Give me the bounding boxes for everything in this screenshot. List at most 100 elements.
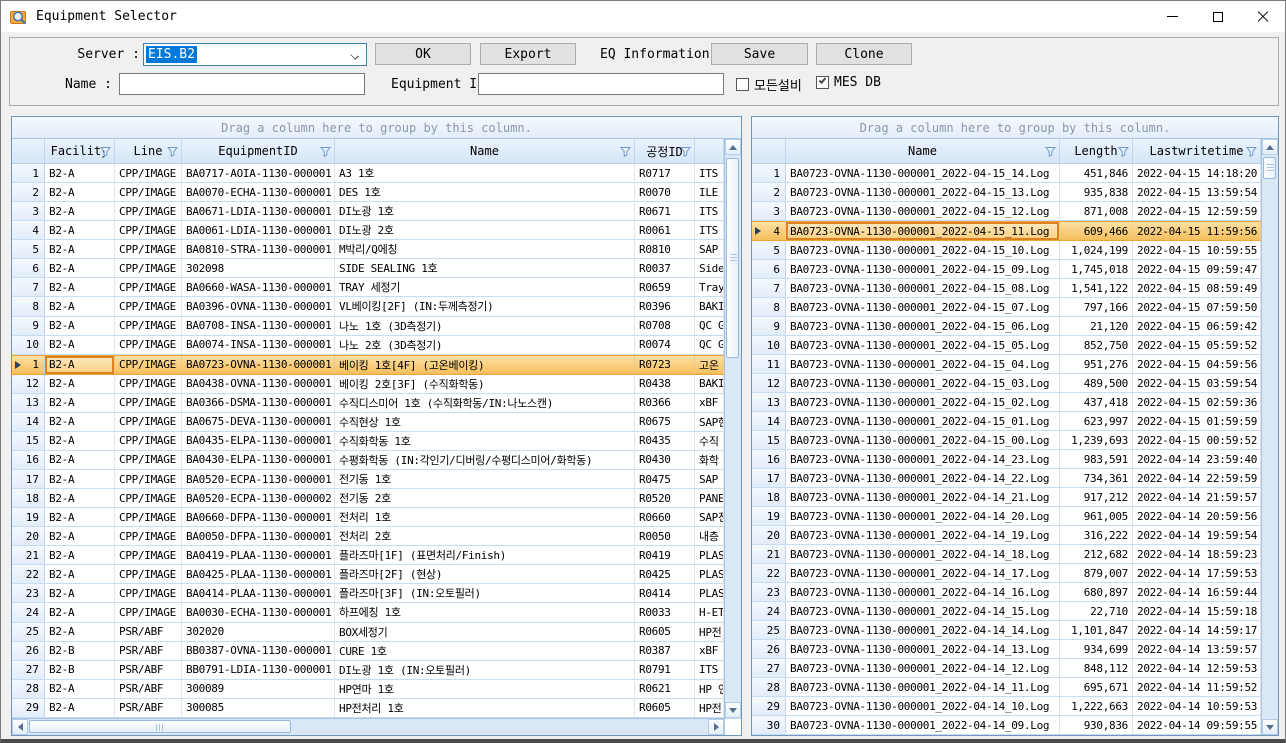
- cell-equipment_id[interactable]: BA0074-INSA-1130-000001: [182, 336, 335, 354]
- cell-lastwritetime[interactable]: 2022-04-15 08:59:49: [1133, 279, 1261, 297]
- cell-facility[interactable]: B2-A: [45, 584, 115, 602]
- cell-extra[interactable]: QC G: [695, 336, 724, 354]
- cell-length[interactable]: 1,745,018: [1060, 260, 1133, 278]
- cell-facility[interactable]: B2-A: [45, 259, 115, 277]
- cell-line[interactable]: CPP/IMAGE: [115, 183, 182, 201]
- cell-lastwritetime[interactable]: 2022-04-15 13:59:54: [1133, 183, 1261, 201]
- row-indicator[interactable]: 20: [752, 526, 786, 544]
- cell-name[interactable]: BA0723-OVNA-1130-000001_2022-04-15_07.Lo…: [786, 298, 1060, 316]
- cell-name[interactable]: 전기동 1호: [335, 470, 635, 488]
- cell-name[interactable]: BA0723-OVNA-1130-000001_2022-04-14_16.Lo…: [786, 583, 1060, 601]
- column-header-facility[interactable]: Facility: [45, 139, 115, 163]
- cell-facility[interactable]: B2-A: [45, 297, 115, 315]
- cell-extra[interactable]: PLAS: [695, 584, 724, 602]
- table-row[interactable]: 13B2-ACPP/IMAGEBA0366-DSMA-1130-000001수직…: [12, 394, 724, 413]
- equipment-id-input[interactable]: [478, 73, 724, 95]
- cell-extra[interactable]: H-ET: [695, 603, 724, 621]
- cell-line[interactable]: CPP/IMAGE: [115, 470, 182, 488]
- row-indicator[interactable]: 2: [752, 183, 786, 201]
- cell-extra[interactable]: PANE: [695, 489, 724, 507]
- cell-facility[interactable]: B2-A: [45, 413, 115, 431]
- cell-length[interactable]: 609,466: [1060, 222, 1133, 240]
- cell-length[interactable]: 1,541,122: [1060, 279, 1133, 297]
- cell-process_id[interactable]: R0430: [635, 451, 695, 469]
- row-indicator[interactable]: 3: [12, 202, 45, 220]
- cell-facility[interactable]: B2-A: [45, 164, 115, 182]
- cell-name[interactable]: BA0723-OVNA-1130-000001_2022-04-15_02.Lo…: [786, 393, 1060, 411]
- dropdown-chevron-icon[interactable]: [351, 52, 359, 60]
- cell-equipment_id[interactable]: BA0366-DSMA-1130-000001: [182, 394, 335, 412]
- table-row[interactable]: 5B2-ACPP/IMAGEBA0810-STRA-1130-000001M박리…: [12, 240, 724, 259]
- row-indicator[interactable]: 8: [12, 297, 45, 315]
- cell-extra[interactable]: SAP현: [695, 413, 724, 431]
- filter-icon[interactable]: [620, 146, 631, 157]
- table-row[interactable]: 28B2-APSR/ABF300089HP연마 1호R0621HP 연: [12, 680, 724, 699]
- cell-extra[interactable]: Side: [695, 259, 724, 277]
- cell-name[interactable]: BA0723-OVNA-1130-000001_2022-04-15_05.Lo…: [786, 336, 1060, 354]
- cell-line[interactable]: CPP/IMAGE: [115, 375, 182, 393]
- table-row[interactable]: 18B2-ACPP/IMAGEBA0520-ECPA-1130-000002전기…: [12, 489, 724, 508]
- cell-equipment_id[interactable]: 302020: [182, 623, 335, 641]
- group-by-band[interactable]: Drag a column here to group by this colu…: [12, 117, 741, 139]
- cell-line[interactable]: CPP/IMAGE: [115, 202, 182, 220]
- cell-equipment_id[interactable]: BA0070-ECHA-1130-000001: [182, 183, 335, 201]
- cell-facility[interactable]: B2-A: [45, 699, 115, 717]
- cell-name[interactable]: 전처리 2호: [335, 527, 635, 545]
- filter-icon[interactable]: [320, 146, 331, 157]
- cell-process_id[interactable]: R0435: [635, 432, 695, 450]
- row-indicator[interactable]: 14: [752, 412, 786, 430]
- row-indicator[interactable]: 10: [12, 336, 45, 354]
- cell-facility[interactable]: B2-A: [45, 508, 115, 526]
- cell-length[interactable]: 848,112: [1060, 659, 1133, 677]
- column-header-lastwritetime[interactable]: Lastwritetime: [1133, 139, 1261, 163]
- row-indicator[interactable]: 7: [752, 279, 786, 297]
- cell-process_id[interactable]: R0414: [635, 584, 695, 602]
- cell-process_id[interactable]: R0070: [635, 183, 695, 201]
- row-indicator[interactable]: 23: [12, 584, 45, 602]
- table-row[interactable]: 16B2-ACPP/IMAGEBA0430-ELPA-1130-000001수평…: [12, 451, 724, 470]
- cell-line[interactable]: PSR/ABF: [115, 661, 182, 679]
- cell-process_id[interactable]: R0675: [635, 413, 695, 431]
- cell-lastwritetime[interactable]: 2022-04-15 01:59:59: [1133, 412, 1261, 430]
- row-indicator[interactable]: 27: [12, 661, 45, 679]
- cell-length[interactable]: 695,671: [1060, 678, 1133, 696]
- cell-name[interactable]: DES 1호: [335, 183, 635, 201]
- maximize-button[interactable]: [1195, 1, 1240, 32]
- cell-process_id[interactable]: R0425: [635, 565, 695, 583]
- table-row[interactable]: 23BA0723-OVNA-1130-000001_2022-04-14_16.…: [752, 583, 1261, 602]
- table-row[interactable]: 4B2-ACPP/IMAGEBA0061-LDIA-1130-000001DI노…: [12, 221, 724, 240]
- cell-lastwritetime[interactable]: 2022-04-15 03:59:54: [1133, 374, 1261, 392]
- cell-line[interactable]: PSR/ABF: [115, 680, 182, 698]
- cell-process_id[interactable]: R0061: [635, 221, 695, 239]
- vertical-scroll-track[interactable]: [1262, 155, 1278, 719]
- cell-facility[interactable]: B2-A: [45, 356, 115, 374]
- table-row[interactable]: 26BA0723-OVNA-1130-000001_2022-04-14_13.…: [752, 640, 1261, 659]
- table-row[interactable]: 6B2-ACPP/IMAGE302098SIDE SEALING 1호R0037…: [12, 259, 724, 278]
- table-row[interactable]: 2BA0723-OVNA-1130-000001_2022-04-15_13.L…: [752, 183, 1261, 202]
- cell-name[interactable]: 수직현상 1호: [335, 413, 635, 431]
- row-indicator[interactable]: 28: [12, 680, 45, 698]
- table-row[interactable]: 1BA0723-OVNA-1130-000001_2022-04-15_14.L…: [752, 164, 1261, 183]
- cell-lastwritetime[interactable]: 2022-04-14 21:59:57: [1133, 488, 1261, 506]
- filter-icon[interactable]: [1118, 146, 1129, 157]
- cell-line[interactable]: CPP/IMAGE: [115, 546, 182, 564]
- row-indicator[interactable]: 18: [12, 489, 45, 507]
- table-row[interactable]: 14BA0723-OVNA-1130-000001_2022-04-15_01.…: [752, 412, 1261, 431]
- cell-equipment_id[interactable]: BA0520-ECPA-1130-000002: [182, 489, 335, 507]
- row-indicator[interactable]: 7: [12, 278, 45, 296]
- cell-name[interactable]: DI노광 1호 (IN:오토필러): [335, 661, 635, 679]
- cell-line[interactable]: PSR/ABF: [115, 642, 182, 660]
- cell-process_id[interactable]: R0520: [635, 489, 695, 507]
- cell-name[interactable]: 하프에칭 1호: [335, 603, 635, 621]
- filter-icon[interactable]: [1045, 146, 1056, 157]
- cell-extra[interactable]: 내층: [695, 527, 724, 545]
- cell-process_id[interactable]: R0723: [635, 356, 695, 374]
- row-indicator[interactable]: 25: [752, 621, 786, 639]
- cell-name[interactable]: 수직화학동 1호: [335, 432, 635, 450]
- cell-facility[interactable]: B2-A: [45, 489, 115, 507]
- row-indicator[interactable]: 1: [12, 164, 45, 182]
- vertical-scrollbar[interactable]: [1261, 139, 1278, 735]
- cell-process_id[interactable]: R0438: [635, 375, 695, 393]
- cell-lastwritetime[interactable]: 2022-04-15 14:18:20: [1133, 164, 1261, 182]
- table-row[interactable]: 1B2-ACPP/IMAGEBA0723-OVNA-1130-000001베이킹…: [12, 355, 724, 375]
